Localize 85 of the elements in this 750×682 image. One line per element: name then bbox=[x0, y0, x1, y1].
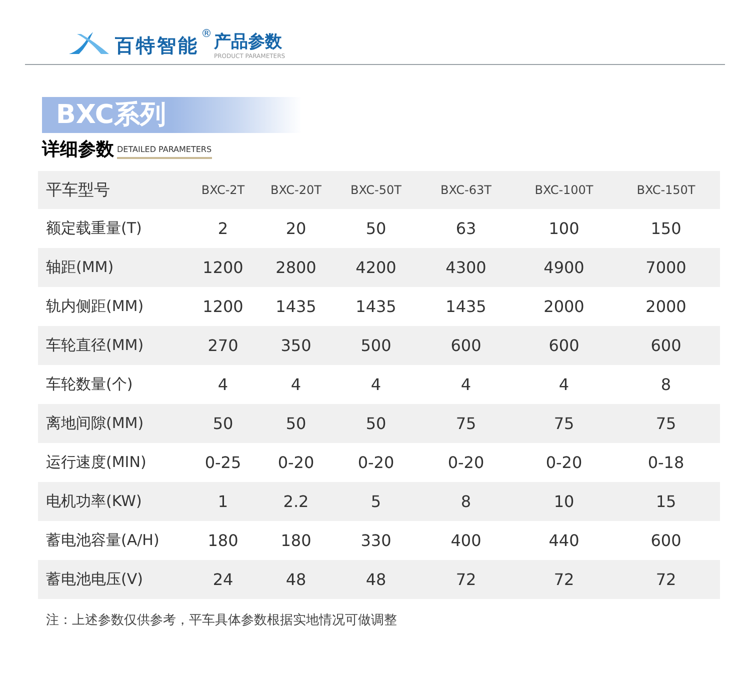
table-cell-text: 4200 bbox=[354, 256, 398, 278]
registered-mark: ® bbox=[201, 26, 212, 42]
table-cell-text: 600 bbox=[548, 334, 580, 356]
table-cell-text: 600 bbox=[650, 530, 682, 552]
table-cell-text: 0-20 bbox=[446, 452, 486, 474]
table-cell-text: 7000 bbox=[644, 256, 688, 278]
table-cell-text: 440 bbox=[548, 530, 580, 552]
table-cell-text: 1435 bbox=[444, 296, 488, 318]
table-cell-text: 2000 bbox=[644, 296, 688, 318]
table-cell-text: 500 bbox=[360, 334, 392, 356]
table-cell-text: 4 bbox=[558, 374, 570, 396]
table-cell-text: 10 bbox=[552, 490, 576, 512]
table-cell-text: 270 bbox=[206, 334, 240, 356]
table-cell-text: 150 bbox=[650, 218, 682, 240]
table-cell-text: 2 bbox=[216, 218, 230, 240]
table-cell-text: 600 bbox=[450, 334, 482, 356]
table-cell-text: 0-25 bbox=[204, 452, 242, 474]
column-header: BXC-150T bbox=[636, 182, 696, 199]
column-header: BXC-100T bbox=[534, 182, 594, 199]
table-cell-text: 20 bbox=[284, 218, 308, 240]
row-label: 蓄电池容量(A/H) bbox=[45, 530, 160, 552]
table-cell-text: 0-18 bbox=[646, 452, 686, 474]
row-label: 轴距(MM) bbox=[45, 257, 115, 278]
table-cell-text: 1200 bbox=[202, 296, 244, 318]
table-cell-text: 350 bbox=[280, 334, 312, 356]
row-label: 轨内侧距(MM) bbox=[45, 296, 145, 318]
table-cell-text: 5 bbox=[370, 490, 382, 512]
table-cell-text: 0-20 bbox=[276, 452, 316, 474]
table-cell-text: 50 bbox=[284, 412, 308, 434]
table-cell-text: 4 bbox=[460, 374, 472, 396]
column-header: BXC-2T bbox=[200, 182, 246, 199]
section-title: 详细参数 bbox=[42, 141, 114, 159]
column-header: 平车型号 bbox=[45, 179, 111, 201]
row-label: 车轮直径(MM) bbox=[45, 335, 145, 356]
table-cell-text: 2800 bbox=[274, 256, 318, 278]
row-label: 车轮数量(个) bbox=[45, 374, 134, 396]
table-cell-text: 1200 bbox=[202, 256, 244, 278]
row-label: 运行速度(MIN) bbox=[45, 452, 148, 474]
table-cell-text: 180 bbox=[280, 530, 312, 552]
table-cell-text: 50 bbox=[212, 412, 234, 434]
table-cell-text: 2.2 bbox=[282, 490, 310, 512]
table-cell-text: 1435 bbox=[274, 296, 318, 318]
series-title: BXC系列 bbox=[56, 102, 166, 128]
table-cell-text: 72 bbox=[552, 568, 576, 590]
table-cell-text: 0-20 bbox=[356, 452, 396, 474]
column-header: BXC-20T bbox=[270, 182, 322, 199]
table-cell-text: 4 bbox=[290, 374, 302, 396]
table-cell-text: 0-20 bbox=[544, 452, 584, 474]
table-cell-text: 75 bbox=[454, 412, 478, 434]
table-cell-text: 75 bbox=[654, 412, 678, 434]
row-label: 蓄电池电压(V) bbox=[45, 569, 144, 590]
table-cell-text: 48 bbox=[364, 568, 388, 590]
table-cell-text: 400 bbox=[450, 530, 482, 552]
table-cell-text: 72 bbox=[454, 568, 478, 590]
table-cell-text: 4 bbox=[216, 374, 230, 396]
table-cell-text: 330 bbox=[360, 530, 392, 552]
table-cell-text: 4300 bbox=[444, 256, 488, 278]
table-cell-text: 63 bbox=[454, 218, 478, 240]
table-cell-text: 48 bbox=[284, 568, 308, 590]
row-label: 电机功率(KW) bbox=[45, 491, 143, 512]
brand-name: 百特智能 bbox=[115, 37, 199, 56]
column-header: BXC-50T bbox=[350, 182, 402, 199]
table-cell-text: 2000 bbox=[542, 296, 586, 318]
table-cell-text: 4900 bbox=[542, 256, 586, 278]
table-cell-text: 600 bbox=[650, 334, 682, 356]
table-cell-text: 75 bbox=[552, 412, 576, 434]
table-cell-text: 1435 bbox=[354, 296, 398, 318]
section-subtitle: DETAILED PARAMETERS bbox=[117, 146, 212, 159]
column-header: BXC-63T bbox=[440, 182, 492, 199]
table-cell-text: 180 bbox=[206, 530, 240, 552]
logo-icon bbox=[67, 30, 111, 56]
table-cell-text: 50 bbox=[364, 218, 388, 240]
note-text: 注：上述参数仅供参考，平车具体参数根据实地情况可做调整 bbox=[46, 612, 398, 630]
table-cell-text: 1 bbox=[216, 490, 230, 512]
table-cell-text: 72 bbox=[654, 568, 678, 590]
table-cell-text: 4 bbox=[370, 374, 382, 396]
row-label: 额定载重量(T) bbox=[45, 218, 143, 240]
table-cell-text: 8 bbox=[660, 374, 672, 396]
table-cell-text: 15 bbox=[654, 490, 678, 512]
table-cell-text: 100 bbox=[548, 218, 580, 240]
header-title: 产品参数 bbox=[214, 34, 283, 51]
table-cell-text: 50 bbox=[364, 412, 388, 434]
row-label: 离地间隙(MM) bbox=[45, 413, 145, 434]
table-cell-text: 24 bbox=[212, 568, 234, 590]
table-cell-text: 8 bbox=[460, 490, 472, 512]
